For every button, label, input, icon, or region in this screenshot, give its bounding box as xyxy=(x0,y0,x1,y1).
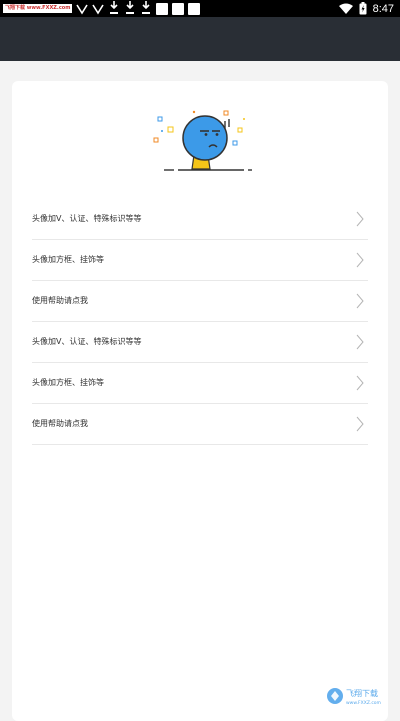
list-item-label: 头像加方框、挂饰等 xyxy=(32,255,104,264)
list-item-label: 头像加方框、挂饰等 xyxy=(32,378,104,387)
list-item[interactable]: 头像加V、认证、特殊标识等等 xyxy=(32,322,368,363)
battery-charging-icon xyxy=(359,2,367,15)
notification-icons: 飞翔下载 www.FXXZ.com xyxy=(3,1,201,16)
clock: 8:47 xyxy=(372,2,394,15)
app-notification-icon xyxy=(156,2,169,15)
list-item-label: 使用帮助请点我 xyxy=(32,419,88,428)
app-v-icon xyxy=(92,4,105,15)
watermark-logo-text: 飞翔下载 xyxy=(346,688,378,698)
download-icon xyxy=(124,1,136,16)
system-icons: 8:47 xyxy=(338,0,394,17)
list-item[interactable]: 头像加方框、挂饰等 xyxy=(32,240,368,281)
status-bar: 飞翔下载 www.FXXZ.com 8:47 xyxy=(0,0,400,17)
app-notification-icon xyxy=(188,2,201,15)
download-icon xyxy=(108,1,120,16)
list-item-label: 头像加V、认证、特殊标识等等 xyxy=(32,337,142,346)
list-item-label: 头像加V、认证、特殊标识等等 xyxy=(32,214,142,223)
empty-state-illustration xyxy=(153,110,252,171)
chevron-right-icon xyxy=(356,252,364,268)
app-v-icon xyxy=(76,4,89,15)
watermark-chip: 飞翔下载 www.FXXZ.com xyxy=(3,4,73,13)
list-item[interactable]: 头像加方框、挂饰等 xyxy=(32,363,368,404)
wifi-icon xyxy=(338,3,353,14)
list-item[interactable]: 使用帮助请点我 xyxy=(32,404,368,445)
chevron-right-icon xyxy=(356,334,364,350)
download-icon xyxy=(140,1,152,16)
chevron-right-icon xyxy=(356,293,364,309)
app-notification-icon xyxy=(172,2,185,15)
list-item[interactable]: 头像加V、认证、特殊标识等等 xyxy=(32,199,368,240)
chevron-right-icon xyxy=(356,375,364,391)
chevron-right-icon xyxy=(356,211,364,227)
chevron-right-icon xyxy=(356,416,364,432)
app-header xyxy=(0,17,400,61)
watermark-logo: 飞翔下载 www.FXXZ.com xyxy=(327,688,381,706)
content-card: 头像加V、认证、特殊标识等等 头像加方框、挂饰等 使用帮助请点我 头像加V、认证… xyxy=(12,81,388,721)
list-item-label: 使用帮助请点我 xyxy=(32,296,88,305)
list-item[interactable]: 使用帮助请点我 xyxy=(32,281,368,322)
watermark-logo-sub: www.FXXZ.com xyxy=(346,700,381,706)
menu-list: 头像加V、认证、特殊标识等等 头像加方框、挂饰等 使用帮助请点我 头像加V、认证… xyxy=(32,199,368,445)
